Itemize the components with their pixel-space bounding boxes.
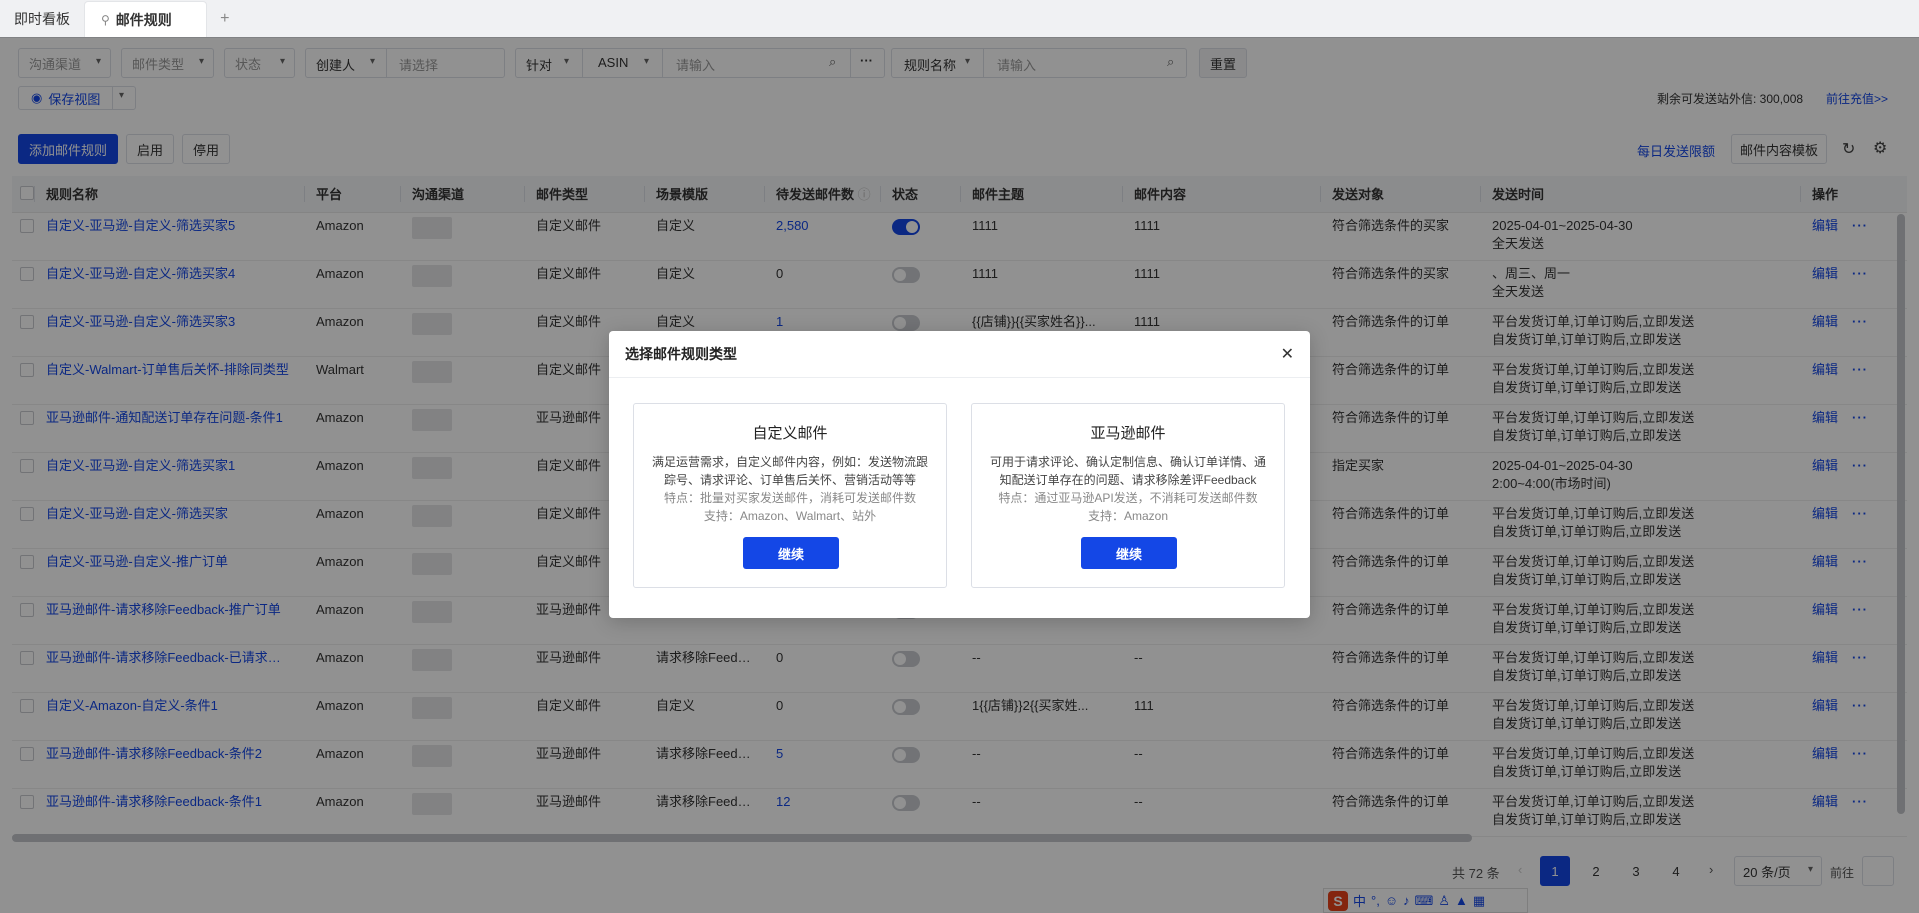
close-icon[interactable]: ✕ bbox=[1281, 344, 1294, 364]
card-support: 支持：Amazon、Walmart、站外 bbox=[703, 509, 877, 523]
card-description: 可用于请求评论、确认定制信息、确认订单详情、通知配送订单存在的问题、请求移除差评… bbox=[990, 455, 1267, 487]
modal-header: 选择邮件规则类型 ✕ bbox=[609, 331, 1310, 378]
continue-button[interactable]: 继续 bbox=[1081, 537, 1177, 569]
tab-dashboard[interactable]: 即时看板 bbox=[0, 1, 84, 37]
card-feature: 特点：批量对买家发送邮件，消耗可发送邮件数 bbox=[663, 491, 916, 505]
card-description: 满足运营需求，自定义邮件内容，例如：发送物流跟踪号、请求评论、订单售后关怀、营销… bbox=[652, 455, 929, 487]
continue-button[interactable]: 继续 bbox=[743, 537, 839, 569]
pin-icon[interactable]: ⚲ bbox=[101, 13, 110, 27]
card-title: 自定义邮件 bbox=[752, 425, 828, 442]
card-feature: 特点：通过亚马逊API发送，不消耗可发送邮件数 bbox=[998, 491, 1258, 505]
add-tab-icon[interactable]: + bbox=[207, 1, 243, 37]
tab-label: 邮件规则 bbox=[115, 11, 172, 28]
custom-mail-card[interactable]: 自定义邮件 满足运营需求，自定义邮件内容，例如：发送物流跟踪号、请求评论、订单售… bbox=[633, 403, 947, 588]
tab-mail-rules[interactable]: ⚲ 邮件规则 bbox=[84, 1, 207, 37]
card-title: 亚马逊邮件 bbox=[1090, 425, 1166, 442]
modal-title: 选择邮件规则类型 bbox=[625, 346, 737, 362]
rule-type-modal: 选择邮件规则类型 ✕ 自定义邮件 满足运营需求，自定义邮件内容，例如：发送物流跟… bbox=[609, 331, 1310, 618]
amazon-mail-card[interactable]: 亚马逊邮件 可用于请求评论、确认定制信息、确认订单详情、通知配送订单存在的问题、… bbox=[971, 403, 1285, 588]
tab-bar: 即时看板 ⚲ 邮件规则 + bbox=[0, 0, 1919, 38]
card-support: 支持：Amazon bbox=[1087, 509, 1169, 523]
